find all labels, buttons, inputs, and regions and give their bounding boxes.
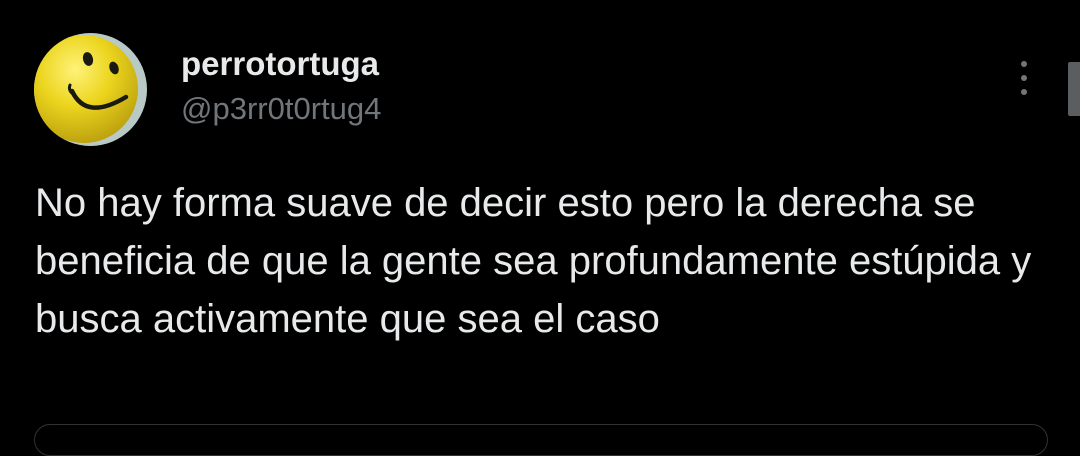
smiley-face-icon — [34, 33, 147, 146]
more-vertical-icon — [1021, 61, 1027, 67]
quoted-media-card[interactable] — [34, 424, 1048, 456]
author-handle[interactable]: @p3rr0t0rtug4 — [181, 90, 381, 128]
tweet: perrotortuga @p3rr0t0rtug4 No hay forma … — [0, 0, 1080, 456]
more-vertical-icon-dot — [1021, 75, 1027, 81]
scrollbar[interactable] — [1068, 62, 1080, 116]
avatar[interactable] — [34, 33, 147, 146]
more-vertical-icon-dot — [1021, 89, 1027, 95]
author-display-name[interactable]: perrotortuga — [181, 44, 379, 84]
more-options-button[interactable] — [1006, 56, 1042, 100]
tweet-text: No hay forma suave de decir esto pero la… — [35, 181, 1032, 341]
